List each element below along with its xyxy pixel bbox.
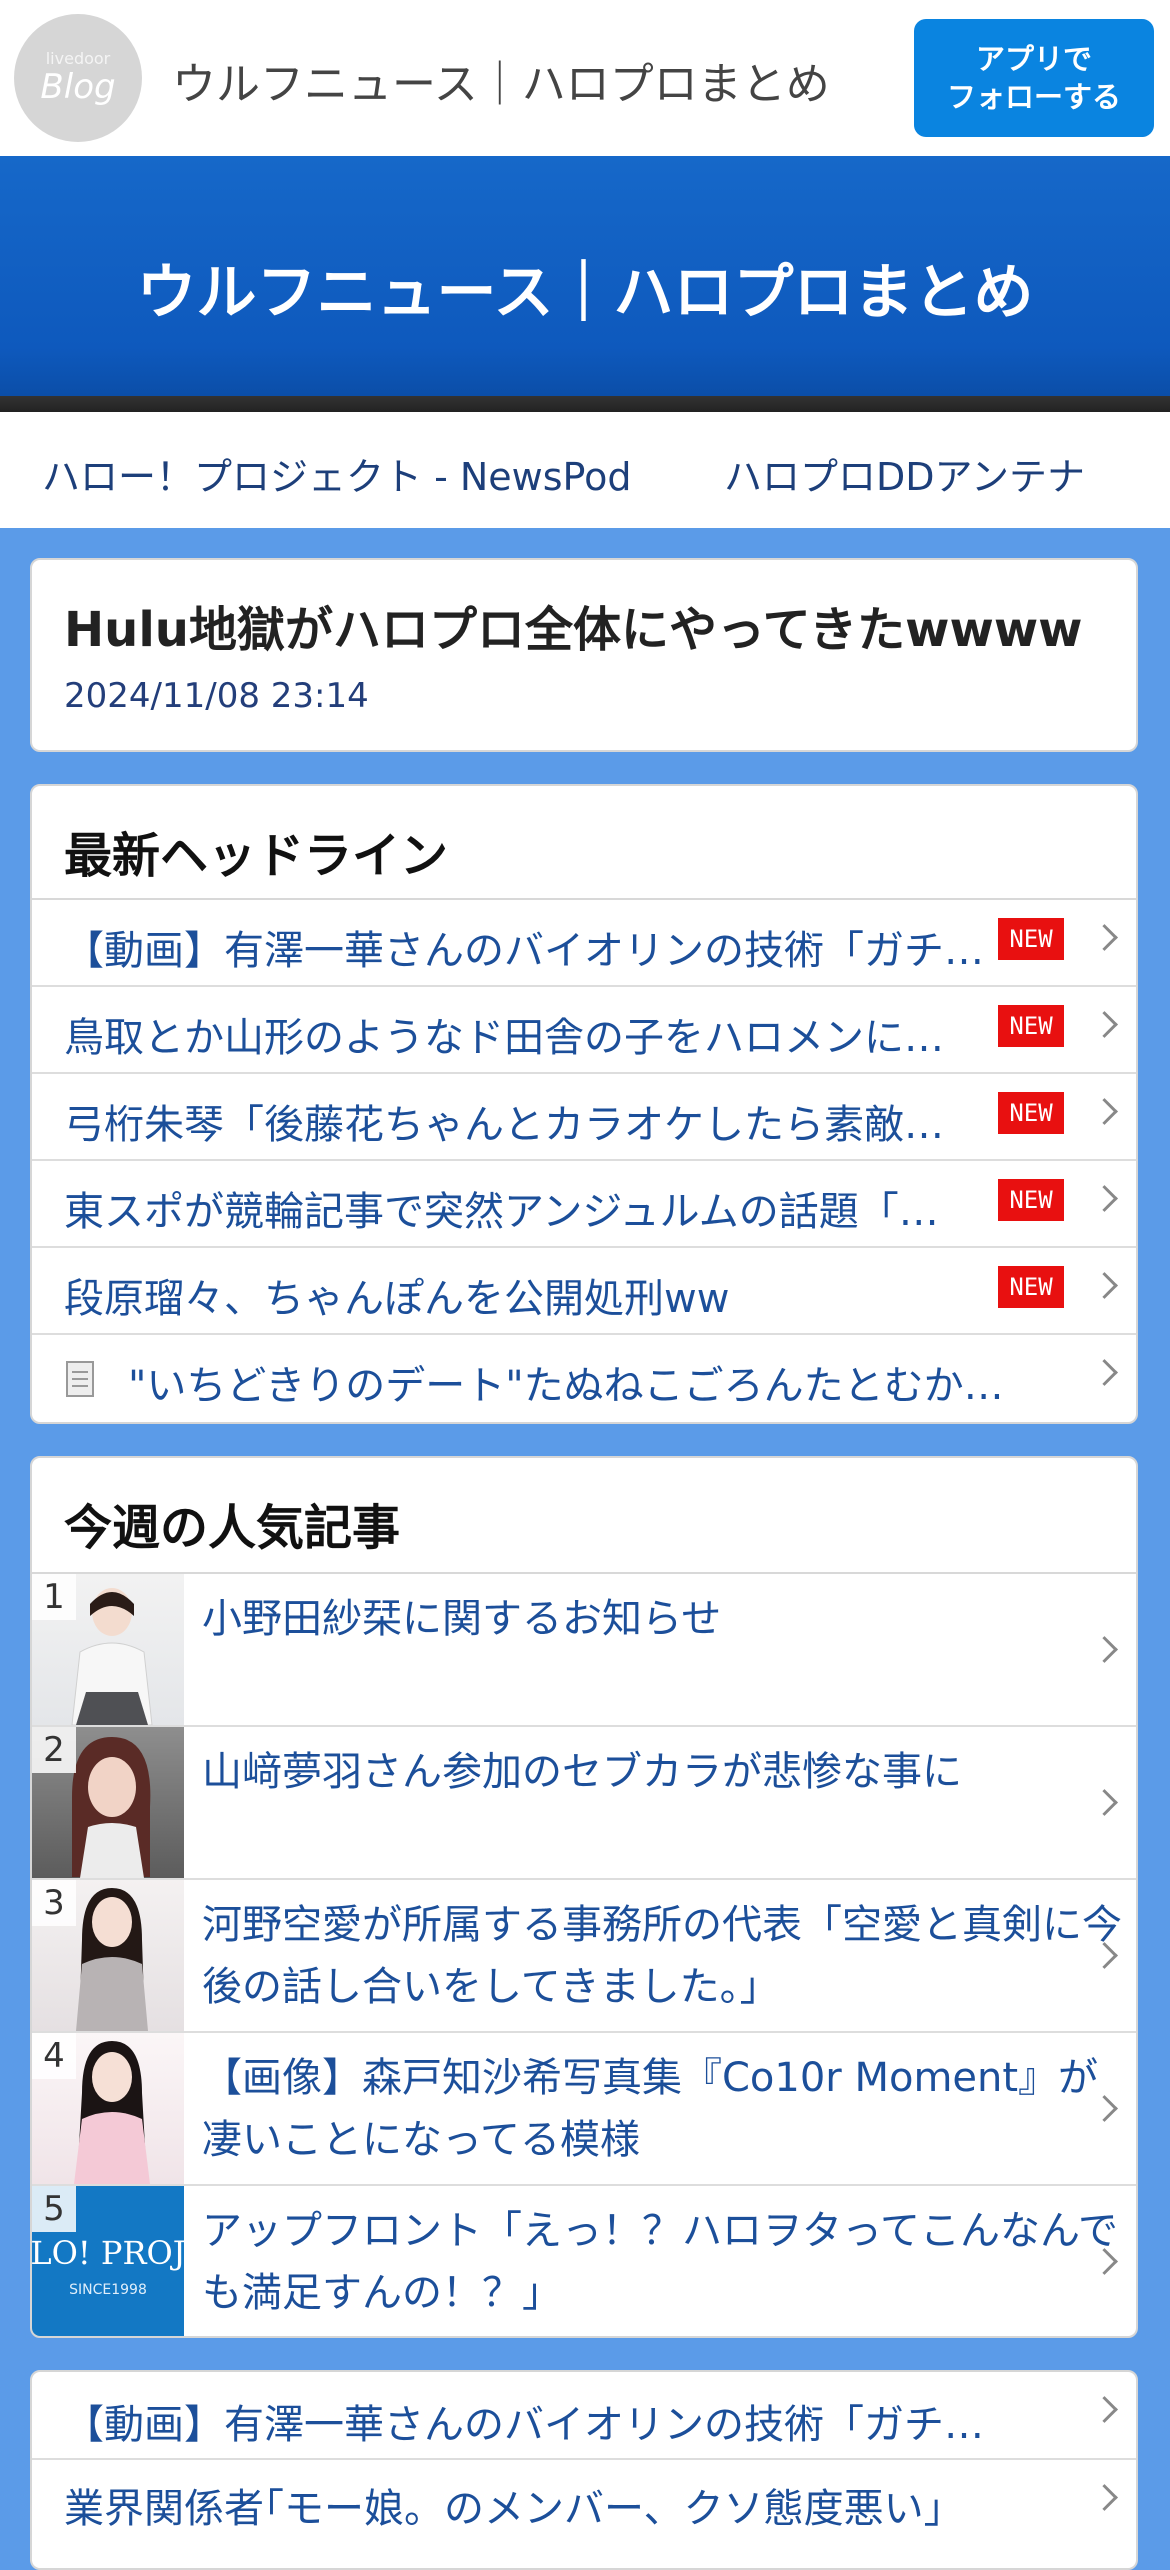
article-title[interactable]: Hulu地獄がハロプロ全体にやってきたwwww	[64, 590, 1083, 660]
ranking-row[interactable]: LO! PROJ SINCE1998 5 アップフロント「えっ！？ハロヲタってこ…	[32, 2186, 1136, 2336]
more-article-title[interactable]: 業界関係者｢モー娘。のメンバー、クソ態度悪い｣	[64, 2476, 1074, 2534]
chevron-right-icon	[1091, 1359, 1118, 1386]
ranking-row[interactable]: 2 山﨑夢羽さん参加のセブカラが悲惨な事に	[32, 1727, 1136, 1880]
ranking-title[interactable]: 山﨑夢羽さん参加のセブカラが悲惨な事に	[202, 1741, 1122, 1803]
more-article-row[interactable]: 業界関係者｢モー娘。のメンバー、クソ態度悪い｣	[32, 2460, 1136, 2548]
headline-row[interactable]: 弓桁朱琴「後藤花ちゃんとカラオケしたら素敵… NEW	[32, 1074, 1136, 1161]
headline-title[interactable]: "いちどきりのデート"たぬねこごろんたとむか…	[128, 1353, 1008, 1411]
hero-title[interactable]: ウルフニュース｜ハロプロまとめ	[0, 244, 1170, 331]
rank-number: 4	[32, 2033, 76, 2079]
ranking-heading: 今週の人気記事	[32, 1458, 1136, 1574]
logo-small-text: livedoor	[45, 49, 111, 68]
thumbnail-since-text: SINCE1998	[69, 2282, 147, 2298]
hero-divider	[0, 396, 1170, 412]
new-badge: NEW	[998, 918, 1064, 960]
article-date: 2024/11/08 23:14	[64, 676, 369, 716]
chevron-right-icon	[1091, 2396, 1118, 2423]
more-article-row[interactable]: 【動画】有澤一華さんのバイオリンの技術「ガチ…	[32, 2372, 1136, 2460]
headline-row[interactable]: 【動画】有澤一華さんのバイオリンの技術「ガチ… NEW	[32, 900, 1136, 987]
chevron-right-icon	[1091, 1185, 1118, 1212]
chevron-right-icon	[1091, 924, 1118, 951]
related-links-bar: ハロー！プロジェクト - NewsPod ハロプロDDアンテナ	[0, 412, 1170, 528]
logo-big-text: Blog	[40, 67, 116, 107]
ranking-thumbnail[interactable]: LO! PROJ SINCE1998 5	[32, 2186, 184, 2336]
ranking-title[interactable]: アップフロント「えっ！？ハロヲタってこんなんでも満足すんの！？」	[202, 2200, 1122, 2324]
site-title[interactable]: ウルフニュース｜ハロプロまとめ	[172, 48, 830, 112]
headline-title[interactable]: 鳥取とか山形のようなド田舎の子をハロメンに…	[64, 1005, 994, 1063]
headline-row[interactable]: "いちどきりのデート"たぬねこごろんたとむか…	[32, 1335, 1136, 1422]
ranking-thumbnail[interactable]: 3	[32, 1880, 184, 2031]
ranking-row[interactable]: 3 河野空愛が所属する事務所の代表「空愛と真剣に今後の話し合いをしてきました。」	[32, 1880, 1136, 2033]
ranking-row[interactable]: 1 小野田紗栞に関するお知らせ	[32, 1574, 1136, 1727]
new-badge: NEW	[998, 1179, 1064, 1221]
rank-number: 2	[32, 1727, 76, 1773]
ranking-title[interactable]: 河野空愛が所属する事務所の代表「空愛と真剣に今後の話し合いをしてきました。」	[202, 1894, 1122, 2018]
follow-in-app-button[interactable]: アプリで フォローする	[914, 19, 1154, 137]
new-badge: NEW	[998, 1266, 1064, 1308]
new-badge: NEW	[998, 1092, 1064, 1134]
thumbnail-brand-text: LO! PROJ	[32, 2234, 184, 2272]
headline-row[interactable]: 東スポが競輪記事で突然アンジュルムの話題「… NEW	[32, 1161, 1136, 1248]
headline-row[interactable]: 鳥取とか山形のようなド田舎の子をハロメンに… NEW	[32, 987, 1136, 1074]
rank-number: 5	[32, 2186, 76, 2232]
ranking-row[interactable]: 4 【画像】森戸知沙希写真集『Co10r Moment』が凄いことになってる模様	[32, 2033, 1136, 2186]
follow-line1: アプリで	[975, 42, 1092, 76]
article-card: Hulu地獄がハロプロ全体にやってきたwwww 2024/11/08 23:14	[30, 558, 1138, 752]
chevron-right-icon	[1091, 1098, 1118, 1125]
new-badge: NEW	[998, 1005, 1064, 1047]
follow-line2: フォローする	[946, 80, 1121, 114]
headline-title[interactable]: 東スポが競輪記事で突然アンジュルムの話題「…	[64, 1179, 994, 1237]
top-bar: livedoor Blog ウルフニュース｜ハロプロまとめ アプリで フォローす…	[0, 0, 1170, 156]
ranking-thumbnail[interactable]: 4	[32, 2033, 184, 2184]
more-articles-card: 【動画】有澤一華さんのバイオリンの技術「ガチ… 業界関係者｢モー娘。のメンバー、…	[30, 2370, 1138, 2570]
latest-headlines-card: 最新ヘッドライン 【動画】有澤一華さんのバイオリンの技術「ガチ… NEW 鳥取と…	[30, 784, 1138, 1424]
chevron-right-icon	[1091, 2484, 1118, 2511]
rank-number: 1	[32, 1574, 76, 1620]
headline-title[interactable]: 【動画】有澤一華さんのバイオリンの技術「ガチ…	[64, 918, 994, 976]
more-article-title[interactable]: 【動画】有澤一華さんのバイオリンの技術「ガチ…	[64, 2392, 1074, 2450]
weekly-popular-card: 今週の人気記事 1 小野田紗栞に関するお知らせ 2 山﨑夢羽さん参加のセブカラが…	[30, 1456, 1138, 2338]
document-icon	[66, 1361, 94, 1397]
link-dd-antenna[interactable]: ハロプロDDアンテナ	[724, 446, 1085, 501]
headlines-heading: 最新ヘッドライン	[32, 786, 1136, 900]
blog-hero-banner: ウルフニュース｜ハロプロまとめ	[0, 156, 1170, 396]
headline-row[interactable]: 段原瑠々、ちゃんぽんを公開処刑ww NEW	[32, 1248, 1136, 1335]
ranking-title[interactable]: 【画像】森戸知沙希写真集『Co10r Moment』が凄いことになってる模様	[202, 2047, 1122, 2171]
ranking-title[interactable]: 小野田紗栞に関するお知らせ	[202, 1588, 1122, 1650]
chevron-right-icon	[1091, 1272, 1118, 1299]
headline-title[interactable]: 段原瑠々、ちゃんぽんを公開処刑ww	[64, 1266, 994, 1324]
link-newspod[interactable]: ハロー！プロジェクト - NewsPod	[42, 446, 631, 501]
ranking-thumbnail[interactable]: 1	[32, 1574, 184, 1725]
chevron-right-icon	[1091, 1011, 1118, 1038]
ranking-thumbnail[interactable]: 2	[32, 1727, 184, 1878]
rank-number: 3	[32, 1880, 76, 1926]
headline-title[interactable]: 弓桁朱琴「後藤花ちゃんとカラオケしたら素敵…	[64, 1092, 994, 1150]
livedoor-blog-logo[interactable]: livedoor Blog	[14, 14, 142, 142]
